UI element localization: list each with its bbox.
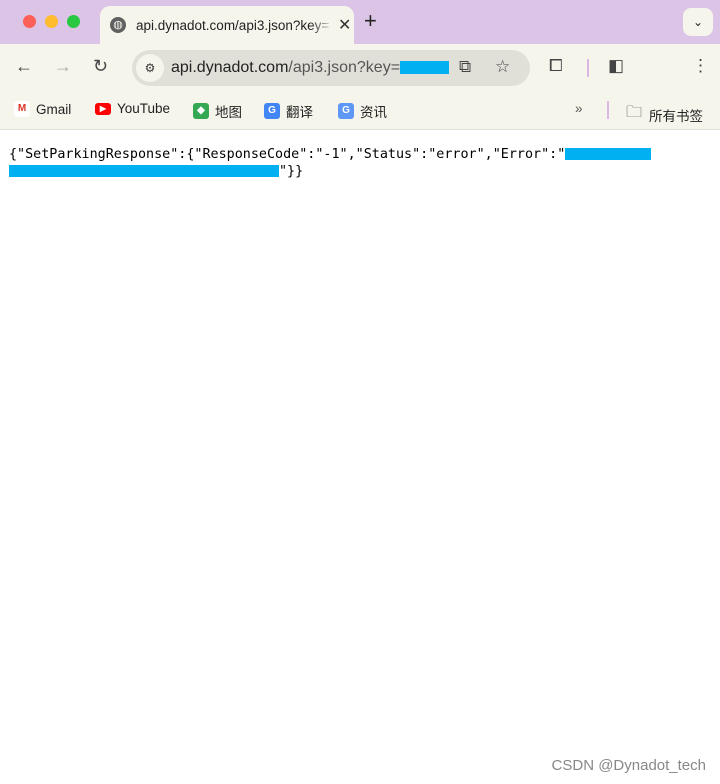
json-line-1: {"SetParkingResponse":{"ResponseCode":"-…	[9, 147, 566, 162]
bookmark-label: Gmail	[36, 101, 72, 117]
gmail-icon: M	[14, 101, 30, 117]
bookmark-youtube[interactable]: ▶ YouTube	[95, 101, 170, 116]
redacted-key	[400, 61, 450, 75]
bookmark-label: 翻译	[286, 105, 313, 120]
site-info-icon[interactable]: ⚙	[136, 54, 164, 82]
divider	[607, 101, 609, 119]
folder-icon: 🗀	[626, 104, 643, 121]
bookmark-label: 地图	[215, 105, 242, 120]
tab-search-button[interactable]: ⌄	[683, 8, 713, 36]
bookmark-label: 资讯	[360, 105, 387, 120]
toolbar: ← → ↻ ⚙ api.dynadot.com/api3.json?key= ⧉…	[0, 44, 720, 92]
maps-icon: ◆	[193, 103, 209, 119]
divider	[587, 59, 589, 77]
maximize-window-button[interactable]	[67, 15, 80, 28]
news-icon: G	[338, 103, 354, 119]
translate-page-icon[interactable]: ⧉	[459, 57, 471, 77]
url-text[interactable]: api.dynadot.com/api3.json?key=	[171, 59, 450, 77]
tab-active[interactable]: ◍ api.dynadot.com/api3.json?key= ✕	[100, 6, 354, 44]
all-bookmarks-button[interactable]: 🗀 所有书签	[626, 101, 703, 128]
bookmark-maps[interactable]: ◆ 地图	[193, 101, 242, 121]
bookmarks-bar: M Gmail ▶ YouTube ◆ 地图 G 翻译 G 资讯 » 🗀 所有书签	[0, 92, 720, 130]
translate-icon: G	[264, 103, 280, 119]
forward-icon[interactable]: →	[54, 56, 72, 77]
window-controls	[23, 15, 80, 28]
tab-title: api.dynadot.com/api3.json?key=	[136, 17, 330, 33]
new-tab-button[interactable]: +	[364, 8, 377, 34]
redacted-error-2	[9, 165, 279, 177]
minimize-window-button[interactable]	[45, 15, 58, 28]
youtube-icon: ▶	[95, 102, 111, 115]
globe-icon: ◍	[110, 17, 126, 33]
tab-close-icon[interactable]: ✕	[338, 15, 351, 35]
watermark: CSDN @Dynadot_tech	[551, 757, 706, 774]
bookmark-news[interactable]: G 资讯	[338, 101, 387, 121]
bookmark-gmail[interactable]: M Gmail	[14, 101, 71, 117]
bookmark-label: 所有书签	[649, 108, 704, 124]
reload-icon[interactable]: ↻	[93, 56, 108, 77]
address-bar[interactable]: ⚙ api.dynadot.com/api3.json?key= ⧉ ☆	[132, 50, 530, 86]
bookmark-translate[interactable]: G 翻译	[264, 101, 313, 121]
extensions-icon[interactable]: ⧠	[549, 56, 563, 76]
redacted-error-1	[565, 148, 652, 160]
bookmark-label: YouTube	[117, 101, 171, 116]
url-host: api.dynadot.com	[171, 59, 289, 76]
json-response: {"SetParkingResponse":{"ResponseCode":"-…	[9, 146, 652, 180]
bookmarks-overflow-button[interactable]: »	[575, 101, 583, 116]
close-window-button[interactable]	[23, 15, 36, 28]
url-path: /api3.json?key=	[288, 59, 401, 76]
back-icon[interactable]: ←	[15, 56, 33, 77]
side-panel-icon[interactable]: ◧	[608, 56, 624, 76]
json-line-2-end: "}}	[279, 164, 304, 179]
menu-icon[interactable]: ⋮	[692, 56, 709, 76]
tab-strip: ◍ api.dynadot.com/api3.json?key= ✕ + ⌄	[0, 0, 720, 44]
bookmark-star-icon[interactable]: ☆	[495, 57, 510, 77]
